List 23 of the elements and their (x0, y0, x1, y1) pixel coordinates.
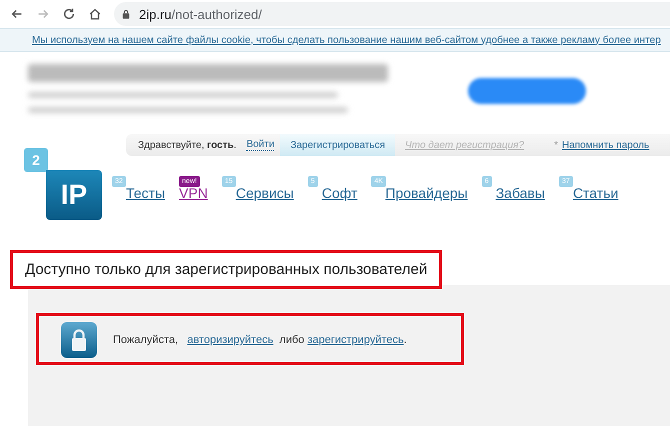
register-link[interactable]: зарегистрируйтесь (307, 334, 404, 346)
address-bar[interactable]: 2ip.ru/not-authorized/ (114, 2, 670, 26)
login-prompt-text: Пожалуйста, авторизируйтесь либо зарегистрируйтесь. (113, 334, 407, 346)
page-heading: Доступно только для зарегистрированных пользователей (25, 261, 428, 278)
asterisk: * (554, 140, 558, 150)
reload-icon[interactable] (62, 7, 76, 21)
nav-link[interactable]: Статьи (572, 185, 618, 201)
home-icon[interactable] (88, 7, 102, 21)
nav-link[interactable]: Тесты (126, 185, 166, 201)
nav-link[interactable]: Забавы (496, 185, 545, 201)
lock-icon (122, 9, 130, 19)
login-link[interactable]: Войти (246, 139, 274, 151)
nav-link[interactable]: Софт (322, 185, 358, 201)
nav-link[interactable]: VPN (179, 185, 208, 201)
nav-link[interactable]: Провайдеры (385, 185, 468, 201)
back-icon[interactable] (10, 7, 24, 21)
greeting-text: Здравствуйте, гость. (138, 140, 236, 150)
register-tab[interactable]: Зарегистрироваться (280, 134, 395, 156)
authorize-link[interactable]: авторизируйтесь (187, 334, 274, 346)
nav-link[interactable]: Сервисы (236, 185, 294, 201)
remind-password-link[interactable]: Напомнить пароль (562, 140, 650, 150)
site-logo[interactable]: 2 IP (24, 148, 102, 234)
padlock-icon (61, 322, 97, 358)
